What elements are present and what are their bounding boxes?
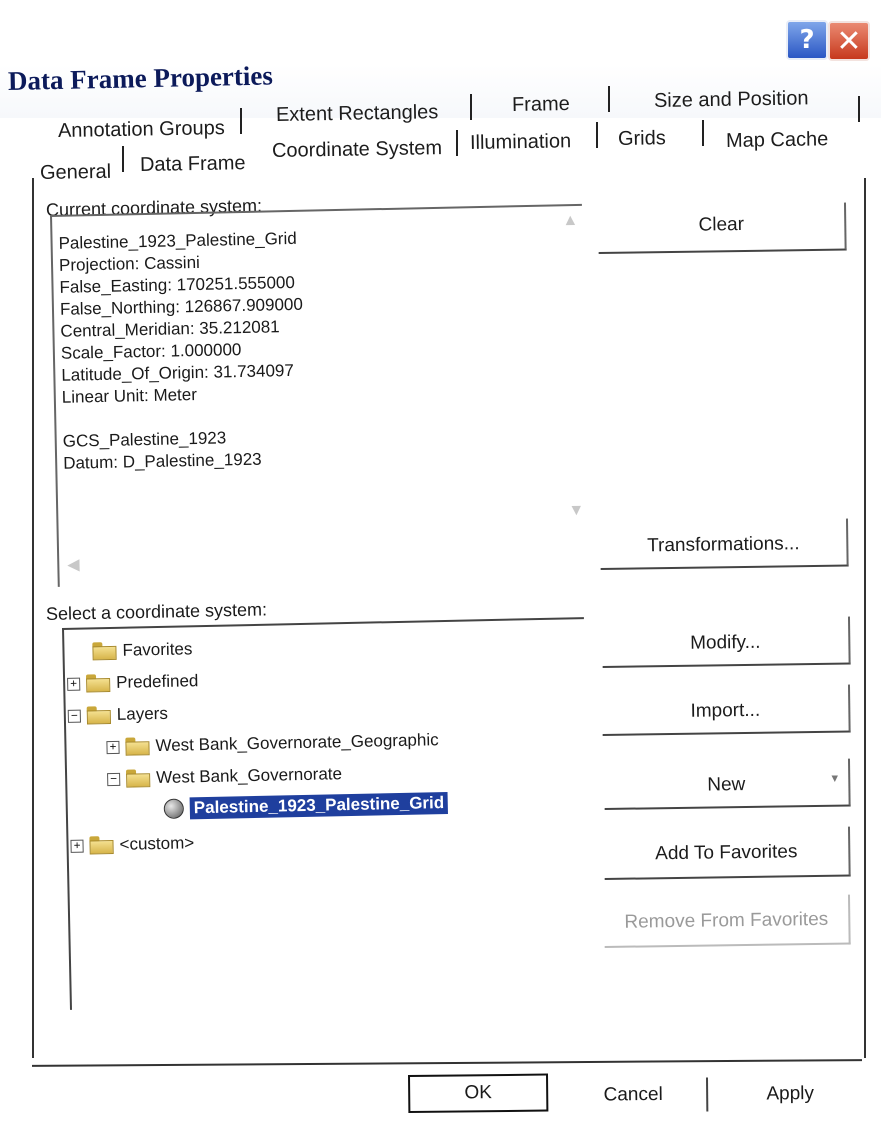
tree-item-custom[interactable]: + <custom> <box>70 833 194 856</box>
expand-icon[interactable]: + <box>70 838 84 853</box>
close-icon: ✕ <box>836 23 862 59</box>
tree-item-label: <custom> <box>119 833 195 854</box>
apply-button[interactable]: Apply <box>720 1077 860 1112</box>
tab-frame[interactable]: Frame <box>512 93 570 117</box>
current-cs-text: Palestine_1923_Palestine_Grid Projection… <box>58 228 304 473</box>
scroll-left-icon[interactable]: ◀ <box>67 554 80 574</box>
collapse-icon[interactable]: − <box>107 771 121 786</box>
help-icon: ? <box>799 25 815 55</box>
tree-item-label: West Bank_Governorate <box>155 764 343 788</box>
expand-icon[interactable]: + <box>106 739 120 754</box>
tree-item-layers[interactable]: − Layers <box>67 703 169 726</box>
new-button-label: New <box>707 774 746 796</box>
transformations-button[interactable]: Transformations... <box>600 518 849 570</box>
tree-item-label: West Bank_Governorate_Geographic <box>155 730 439 756</box>
import-button[interactable]: Import... <box>602 684 851 736</box>
expand-icon[interactable]: + <box>67 676 81 691</box>
tab-separator <box>608 86 610 112</box>
tree-item-selected-cs[interactable]: Palestine_1923_Palestine_Grid <box>163 791 449 820</box>
dropdown-arrow-icon: ▼ <box>829 772 841 785</box>
tab-size-and-position[interactable]: Size and Position <box>654 87 809 113</box>
cancel-button[interactable]: Cancel <box>560 1077 709 1113</box>
close-button[interactable]: ✕ <box>828 21 870 61</box>
new-button[interactable]: New ▼ <box>604 758 851 810</box>
remove-from-favorites-button[interactable]: Remove From Favorites <box>604 894 851 948</box>
tab-separator <box>470 94 472 120</box>
tab-coordinate-system[interactable]: Coordinate System <box>272 137 442 163</box>
tree-item-label: Predefined <box>115 671 199 692</box>
tree-item-label: Favorites <box>122 639 193 660</box>
ok-button[interactable]: OK <box>408 1073 549 1113</box>
tab-separator <box>122 146 124 172</box>
data-frame-properties-dialog: Data Frame Properties ? ✕ Annotation Gro… <box>0 0 881 1123</box>
tab-data-frame[interactable]: Data Frame <box>140 152 246 177</box>
clear-button[interactable]: Clear <box>598 202 847 254</box>
tree-item-layer-geographic[interactable]: + West Bank_Governorate_Geographic <box>106 730 439 757</box>
add-to-favorites-button[interactable]: Add To Favorites <box>604 826 851 880</box>
tab-annotation-groups[interactable]: Annotation Groups <box>58 117 225 143</box>
tree-item-label: Palestine_1923_Palestine_Grid <box>189 791 449 820</box>
footer-divider <box>32 1059 862 1067</box>
coordinate-system-tree[interactable]: Favorites + Predefined − Layers + West B… <box>62 617 592 1010</box>
modify-button[interactable]: Modify... <box>602 616 851 668</box>
folder-icon <box>125 737 149 755</box>
open-folder-icon <box>87 706 111 724</box>
tab-map-cache[interactable]: Map Cache <box>726 128 829 153</box>
folder-icon <box>86 674 110 692</box>
tree-item-label: Layers <box>116 703 169 724</box>
tree-item-predefined[interactable]: + Predefined <box>67 671 199 694</box>
collapse-icon[interactable]: − <box>67 708 81 723</box>
globe-icon <box>163 798 185 819</box>
help-button[interactable]: ? <box>786 20 828 60</box>
tab-grids[interactable]: Grids <box>618 127 666 151</box>
current-cs-textbox[interactable]: Palestine_1923_Palestine_Grid Projection… <box>50 203 590 587</box>
tab-separator <box>702 120 704 146</box>
tab-separator <box>456 130 458 156</box>
tree-item-favorites[interactable]: Favorites <box>92 639 192 661</box>
tab-extent-rectangles[interactable]: Extent Rectangles <box>276 101 439 127</box>
tree-item-layer-governorate[interactable]: − West Bank_Governorate <box>107 764 342 789</box>
folder-icon <box>89 836 113 854</box>
tab-separator <box>596 122 598 148</box>
open-folder-icon <box>126 769 150 787</box>
scroll-up-icon[interactable]: ▲ <box>562 212 578 230</box>
scroll-down-icon[interactable]: ▼ <box>568 502 584 520</box>
tab-separator <box>240 108 242 134</box>
dialog-title: Data Frame Properties <box>7 60 274 96</box>
tab-separator <box>858 96 860 122</box>
folder-icon <box>92 642 116 660</box>
tab-illumination[interactable]: Illumination <box>470 130 572 155</box>
